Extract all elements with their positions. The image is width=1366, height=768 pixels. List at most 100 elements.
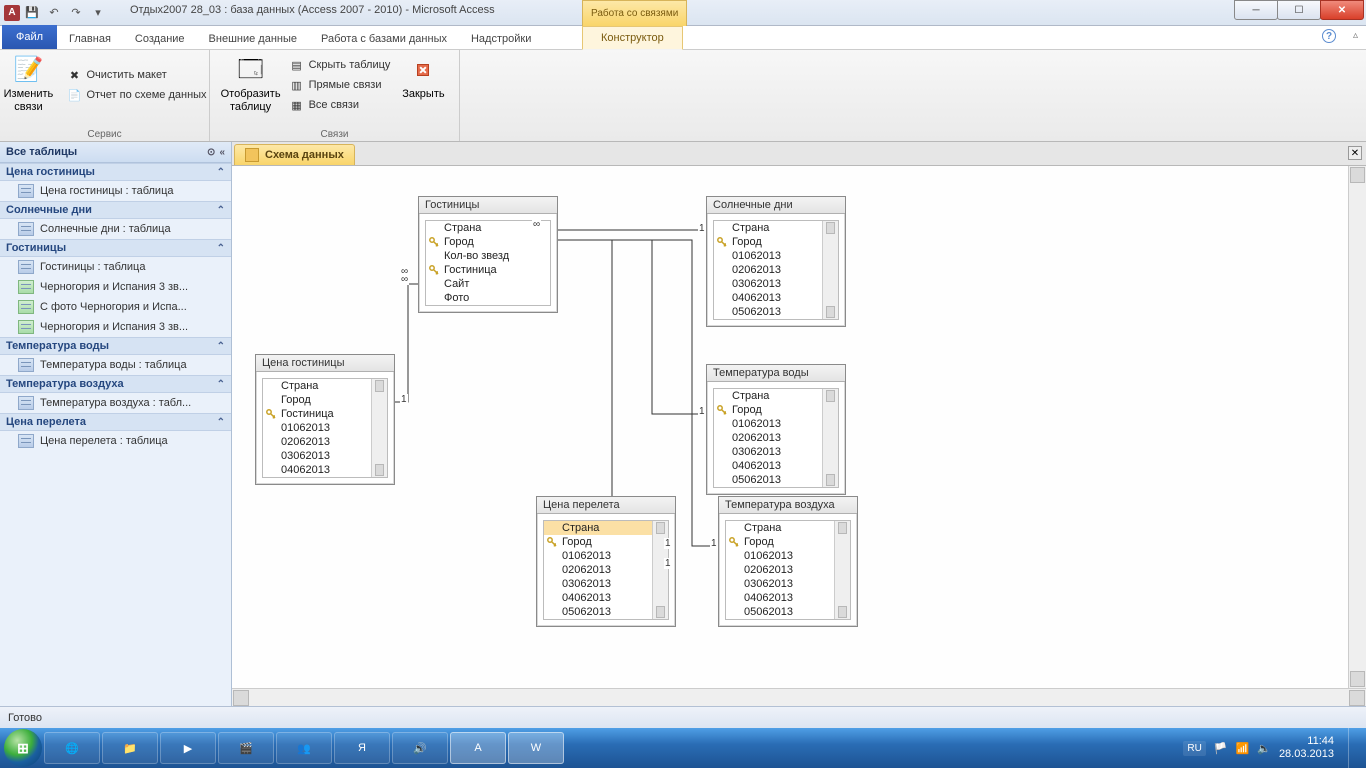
table-box[interactable]: Цена гостиницы СтранаГородГостиница01062… (255, 354, 395, 485)
canvas-vertical-scrollbar[interactable] (1348, 166, 1366, 688)
table-field[interactable]: 04062013 (263, 463, 371, 477)
table-field[interactable]: 03062013 (726, 577, 834, 591)
tab-external-data[interactable]: Внешние данные (197, 29, 309, 49)
table-field[interactable]: 02062013 (544, 563, 652, 577)
table-scrollbar[interactable] (371, 379, 387, 477)
table-field[interactable]: Город (714, 235, 822, 249)
tab-home[interactable]: Главная (57, 29, 123, 49)
table-field[interactable]: Страна (263, 379, 371, 393)
nav-item[interactable]: Гостиницы : таблица (0, 257, 231, 277)
nav-item[interactable]: Цена гостиницы : таблица (0, 181, 231, 201)
table-field[interactable]: 02062013 (714, 431, 822, 445)
taskbar-volume[interactable]: 🔊 (392, 732, 448, 764)
table-field[interactable]: 01062013 (263, 421, 371, 435)
table-field[interactable]: 03062013 (263, 449, 371, 463)
hide-table-button[interactable]: ▤Скрыть таблицу (285, 56, 395, 74)
tray-volume-icon[interactable]: 🔈 (1257, 742, 1271, 755)
direct-relations-button[interactable]: ▥Прямые связи (285, 76, 395, 94)
table-field[interactable]: Сайт (426, 277, 550, 291)
taskbar-word[interactable]: W (508, 732, 564, 764)
clear-layout-button[interactable]: ✖Очистить макет (62, 66, 210, 84)
table-field[interactable]: Город (263, 393, 371, 407)
table-field[interactable]: Гостиница (263, 407, 371, 421)
document-close-button[interactable]: ✕ (1348, 146, 1362, 160)
close-designer-button[interactable]: Закрыть (398, 52, 448, 103)
nav-item[interactable]: Черногория и Испания 3 зв... (0, 317, 231, 337)
tab-design[interactable]: Конструктор (582, 26, 683, 50)
nav-group-header[interactable]: Температура воздуха⌃ (0, 375, 231, 393)
canvas-horizontal-scrollbar[interactable] (232, 688, 1366, 706)
table-box[interactable]: Гостиницы СтранаГородКол-во звездГостини… (418, 196, 558, 313)
window-maximize-button[interactable]: ☐ (1277, 0, 1321, 20)
table-field[interactable]: 05062013 (726, 605, 834, 619)
table-field[interactable]: 01062013 (544, 549, 652, 563)
language-indicator[interactable]: RU (1183, 741, 1205, 756)
taskbar-yandex[interactable]: Я (334, 732, 390, 764)
taskbar-wmp[interactable]: ▶ (160, 732, 216, 764)
table-field[interactable]: 04062013 (714, 459, 822, 473)
relation-report-button[interactable]: 📄Отчет по схеме данных (62, 86, 210, 104)
table-field[interactable]: 03062013 (544, 577, 652, 591)
help-button[interactable]: ? (1322, 29, 1336, 43)
table-box[interactable]: Цена перелета СтранаГород010620130206201… (536, 496, 676, 627)
table-field[interactable]: 03062013 (714, 445, 822, 459)
table-field[interactable]: Кол-во звезд (426, 249, 550, 263)
table-scrollbar[interactable] (652, 521, 668, 619)
nav-group-header[interactable]: Цена гостиницы⌃ (0, 163, 231, 181)
table-field[interactable]: 02062013 (263, 435, 371, 449)
table-field[interactable]: 05062013 (714, 473, 822, 487)
taskbar-access[interactable]: A (450, 732, 506, 764)
taskbar-moviemaker[interactable]: 🎬 (218, 732, 274, 764)
table-field[interactable]: Фото (426, 291, 550, 305)
scroll-left-button[interactable] (233, 690, 249, 706)
minimize-ribbon-button[interactable]: ▵ (1353, 30, 1358, 41)
table-field[interactable]: 02062013 (714, 263, 822, 277)
tray-flag-icon[interactable]: 🏳️ (1214, 742, 1228, 755)
tab-addins[interactable]: Надстройки (459, 29, 543, 49)
nav-collapse-button[interactable]: « (219, 147, 225, 158)
all-relations-button[interactable]: ▦Все связи (285, 96, 395, 114)
table-field[interactable]: Город (426, 235, 550, 249)
table-field[interactable]: 04062013 (544, 591, 652, 605)
nav-group-header[interactable]: Температура воды⌃ (0, 337, 231, 355)
taskbar-messenger[interactable]: 👥 (276, 732, 332, 764)
table-field[interactable]: Страна (544, 521, 652, 535)
table-field[interactable]: 05062013 (544, 605, 652, 619)
nav-item[interactable]: С фото Черногория и Испа... (0, 297, 231, 317)
table-field[interactable]: 05062013 (714, 305, 822, 319)
table-field[interactable]: Город (714, 403, 822, 417)
tab-create[interactable]: Создание (123, 29, 197, 49)
qat-redo-button[interactable]: ↷ (66, 3, 86, 23)
scroll-right-button[interactable] (1349, 690, 1365, 706)
table-field[interactable]: 04062013 (714, 291, 822, 305)
tab-file[interactable]: Файл (2, 25, 57, 49)
table-field[interactable]: Город (544, 535, 652, 549)
table-field[interactable]: Страна (714, 389, 822, 403)
window-minimize-button[interactable]: ─ (1234, 0, 1278, 20)
table-field[interactable]: 02062013 (726, 563, 834, 577)
tab-database-tools[interactable]: Работа с базами данных (309, 29, 459, 49)
table-box[interactable]: Солнечные дни СтранаГород010620130206201… (706, 196, 846, 327)
show-table-button[interactable]: 🗔 Отобразить таблицу (221, 52, 281, 116)
qat-undo-button[interactable]: ↶ (44, 3, 64, 23)
nav-item[interactable]: Солнечные дни : таблица (0, 219, 231, 239)
edit-relations-button[interactable]: 📝 Изменить связи (0, 52, 58, 116)
table-field[interactable]: Страна (726, 521, 834, 535)
nav-dropdown-icon[interactable]: ⊙ (207, 147, 215, 158)
nav-item[interactable]: Цена перелета : таблица (0, 431, 231, 451)
tray-clock[interactable]: 11:44 28.03.2013 (1279, 735, 1334, 761)
show-desktop-button[interactable] (1348, 728, 1358, 768)
nav-header[interactable]: Все таблицы ⊙ « (0, 142, 231, 163)
table-field[interactable]: 04062013 (726, 591, 834, 605)
qat-save-button[interactable]: 💾 (22, 3, 42, 23)
nav-item[interactable]: Температура воды : таблица (0, 355, 231, 375)
qat-customize-button[interactable]: ▾ (88, 3, 108, 23)
table-field[interactable]: 01062013 (714, 249, 822, 263)
table-scrollbar[interactable] (834, 521, 850, 619)
table-field[interactable]: Страна (714, 221, 822, 235)
table-field[interactable]: 03062013 (714, 277, 822, 291)
table-scrollbar[interactable] (822, 221, 838, 319)
relations-canvas[interactable]: Гостиницы СтранаГородКол-во звездГостини… (232, 166, 1366, 688)
tray-network-icon[interactable]: 📶 (1236, 742, 1250, 755)
nav-group-header[interactable]: Гостиницы⌃ (0, 239, 231, 257)
